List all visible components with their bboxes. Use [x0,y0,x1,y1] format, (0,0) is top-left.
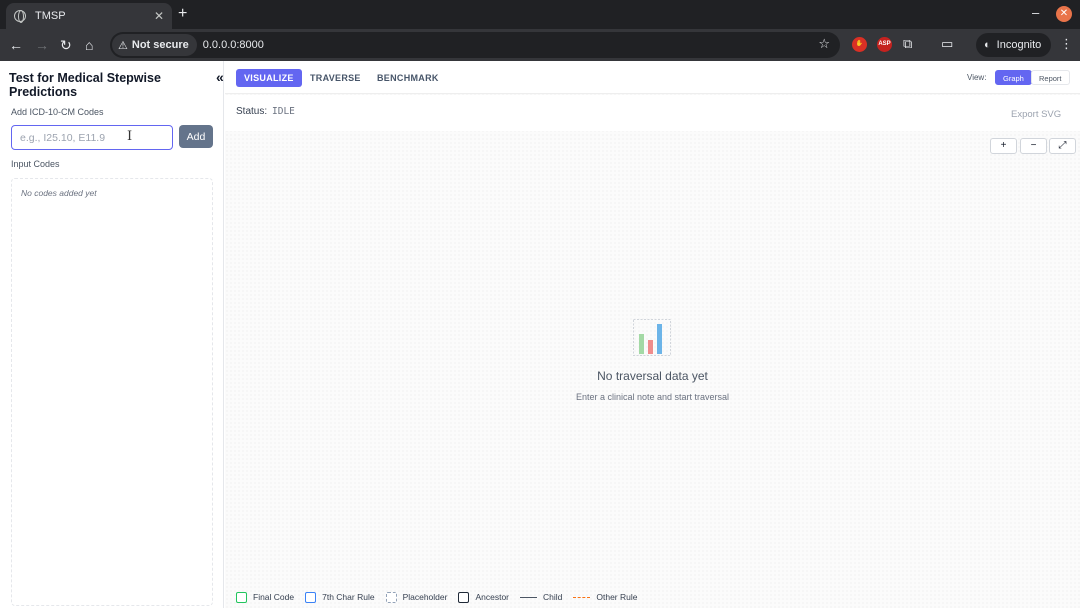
placeholder-swatch [385,591,397,603]
add-codes-label: Add ICD-10-CM Codes [11,107,104,117]
window-close-icon[interactable]: ✕ [1056,6,1072,22]
legend-label: Other Rule [596,592,638,602]
browser-tab-strip: TMSP ✕ + – ✕ [0,0,1080,29]
legend-label: 7th Char Rule [322,592,375,602]
menu-kebab-icon[interactable]: ⋮ [1060,36,1073,52]
child-line-swatch [520,596,537,598]
back-icon[interactable]: ← [9,36,23,54]
other-rule-line-swatch [573,596,591,598]
legend-label: Child [543,592,563,602]
empty-state-title: No traversal data yet [597,369,708,383]
legend-item-child: Child [520,592,562,602]
zoom-out-button[interactable]: − [1020,138,1047,154]
legend: Final Code 7th Char Rule Placeholder Anc… [236,590,648,604]
bar-chart-icon [633,319,671,356]
browser-tab[interactable]: TMSP ✕ [6,3,172,29]
code-input[interactable] [11,125,173,150]
tab-benchmark[interactable]: BENCHMARK [369,69,447,87]
tab-visualize[interactable]: VISUALIZE [236,69,302,87]
security-chip[interactable]: ⚠ Not secure [112,34,197,56]
url-text: 0.0.0.0:8000 [202,39,264,51]
text-cursor-icon: I [127,129,133,144]
extensions-puzzle-icon[interactable]: ⧉ [903,36,912,52]
forward-icon[interactable]: → [35,36,49,54]
main-panel: VISUALIZE TRAVERSE BENCHMARK View: Graph… [225,61,1080,608]
new-tab-button[interactable]: + [178,5,187,23]
incognito-label: Incognito [996,39,1042,51]
legend-item-ancestor: Ancestor [458,591,509,603]
globe-icon [14,10,26,23]
view-label: View: [967,73,987,82]
media-cast-icon[interactable]: ▭ [941,36,953,52]
final-code-swatch [236,591,247,603]
security-label: Not secure [131,39,189,51]
zoom-in-button[interactable]: + [990,138,1017,154]
fit-view-button[interactable]: ⤢ [1049,138,1076,154]
app-root: Test for Medical Stepwise Predictions « … [0,61,1080,608]
status-bar: Status: IDLE Export SVG [225,95,1080,131]
reload-icon[interactable]: ↻ [60,36,72,54]
browser-toolbar: ← → ↻ ⌂ ⚠ Not secure 0.0.0.0:8000 ☆ ✋ AS… [0,29,1080,61]
legend-item-final-code: Final Code [236,591,295,603]
view-graph-button[interactable]: Graph [995,70,1032,85]
tab-close-icon[interactable]: ✕ [154,9,164,23]
input-codes-list: No codes added yet [11,178,213,606]
view-report-button[interactable]: Report [1031,70,1070,85]
add-code-button[interactable]: Add [179,125,213,148]
sidebar: Test for Medical Stepwise Predictions « … [0,61,224,608]
home-icon[interactable]: ⌂ [85,36,93,54]
input-codes-label: Input Codes [11,159,60,169]
export-svg-button[interactable]: Export SVG [1011,109,1061,120]
warning-icon: ⚠ [118,39,128,52]
collapse-sidebar-button[interactable]: « [216,69,224,85]
status-value: IDLE [272,106,295,117]
incognito-profile[interactable]: ◐ Incognito [976,33,1052,57]
tab-traverse[interactable]: TRAVERSE [302,69,369,87]
minimize-icon[interactable]: – [1032,5,1039,20]
app-title: Test for Medical Stepwise Predictions [9,71,161,99]
main-topbar: VISUALIZE TRAVERSE BENCHMARK View: Graph… [225,61,1080,94]
legend-item-7th-char-rule: 7th Char Rule [305,591,375,603]
hand-extension-icon[interactable]: ✋ [852,37,867,52]
legend-label: Final Code [253,592,295,602]
bookmark-star-icon[interactable]: ☆ [818,36,830,52]
legend-item-other-rule: Other Rule [573,592,637,602]
seventh-char-swatch [305,591,317,603]
legend-label: Placeholder [402,592,448,602]
status-label: Status: [236,106,268,117]
asp-extension-icon[interactable]: ASP [877,37,892,52]
incognito-icon: ◐ [984,39,991,51]
address-bar[interactable]: ⚠ Not secure 0.0.0.0:8000 ☆ [110,32,840,58]
ancestor-swatch [458,591,470,603]
tab-title: TMSP [35,10,66,22]
codes-empty-text: No codes added yet [21,188,97,198]
empty-state-subtitle: Enter a clinical note and start traversa… [575,392,730,402]
legend-label: Ancestor [475,592,509,602]
legend-item-placeholder: Placeholder [385,591,448,603]
